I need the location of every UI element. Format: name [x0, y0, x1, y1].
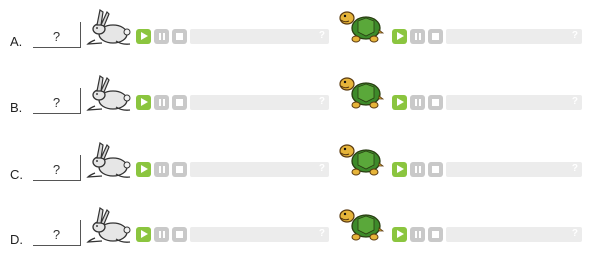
stop-button[interactable] [428, 28, 443, 44]
audio-player-turtle: ? [392, 161, 582, 177]
answer-input[interactable]: ? [33, 220, 81, 246]
audio-progress-track[interactable]: ? [446, 28, 582, 44]
audio-progress-track[interactable]: ? [446, 94, 582, 110]
question-row-b: B. ? ? ? [0, 74, 592, 134]
question-row-c: C. ? ? ? [0, 141, 592, 201]
option-letter: A. [10, 34, 23, 49]
pause-icon [158, 98, 161, 106]
play-icon [397, 230, 404, 238]
audio-progress-track[interactable]: ? [190, 226, 329, 242]
pause-button[interactable] [154, 28, 169, 44]
stop-icon [432, 165, 439, 173]
audio-progress-track[interactable]: ? [190, 28, 329, 44]
option-letter: B. [10, 100, 23, 115]
stop-icon [176, 165, 183, 173]
play-button[interactable] [392, 161, 407, 177]
turtle-icon [338, 139, 384, 177]
play-button[interactable] [392, 226, 407, 242]
stop-button[interactable] [428, 94, 443, 110]
play-icon [141, 165, 148, 173]
pause-button[interactable] [154, 94, 169, 110]
audio-player-rabbit: ? [136, 161, 329, 177]
help-icon: ? [571, 227, 578, 239]
help-icon: ? [318, 227, 325, 239]
pause-button[interactable] [410, 94, 425, 110]
turtle-icon [338, 204, 384, 242]
play-button[interactable] [136, 28, 151, 44]
audio-progress-track[interactable]: ? [446, 161, 582, 177]
answer-input[interactable]: ? [33, 88, 81, 114]
pause-icon [414, 165, 417, 173]
play-button[interactable] [392, 94, 407, 110]
answer-input[interactable]: ? [33, 155, 81, 181]
audio-player-rabbit: ? [136, 226, 329, 242]
audio-progress-track[interactable]: ? [446, 226, 582, 242]
pause-button[interactable] [154, 161, 169, 177]
pause-icon [414, 32, 417, 40]
play-icon [141, 32, 148, 40]
pause-icon [414, 230, 417, 238]
stop-icon [432, 98, 439, 106]
stop-button[interactable] [172, 28, 187, 44]
turtle-icon [338, 6, 384, 44]
pause-icon [158, 165, 161, 173]
play-button[interactable] [136, 226, 151, 242]
question-row-a: A. ? ? ? [0, 8, 592, 68]
help-icon: ? [318, 29, 325, 41]
rabbit-icon [86, 141, 132, 179]
rabbit-icon [86, 8, 132, 46]
help-icon: ? [571, 29, 578, 41]
play-button[interactable] [136, 94, 151, 110]
pause-button[interactable] [410, 28, 425, 44]
audio-player-rabbit: ? [136, 28, 329, 44]
play-icon [141, 230, 148, 238]
help-icon: ? [318, 162, 325, 174]
question-row-d: D. ? ? ? [0, 206, 592, 257]
pause-button[interactable] [410, 161, 425, 177]
stop-icon [432, 230, 439, 238]
help-icon: ? [571, 95, 578, 107]
option-letter: C. [10, 167, 23, 182]
stop-icon [176, 98, 183, 106]
pause-button[interactable] [154, 226, 169, 242]
audio-progress-track[interactable]: ? [190, 161, 329, 177]
pause-icon [158, 230, 161, 238]
stop-icon [432, 32, 439, 40]
audio-player-turtle: ? [392, 28, 582, 44]
stop-icon [176, 230, 183, 238]
play-icon [141, 98, 148, 106]
answer-input[interactable]: ? [33, 22, 81, 48]
stop-button[interactable] [428, 226, 443, 242]
pause-icon [158, 32, 161, 40]
audio-progress-track[interactable]: ? [190, 94, 329, 110]
stop-icon [176, 32, 183, 40]
audio-player-rabbit: ? [136, 94, 329, 110]
stop-button[interactable] [172, 161, 187, 177]
play-button[interactable] [392, 28, 407, 44]
play-icon [397, 165, 404, 173]
pause-button[interactable] [410, 226, 425, 242]
audio-player-turtle: ? [392, 94, 582, 110]
play-icon [397, 32, 404, 40]
rabbit-icon [86, 74, 132, 112]
audio-player-turtle: ? [392, 226, 582, 242]
play-button[interactable] [136, 161, 151, 177]
turtle-icon [338, 72, 384, 110]
pause-icon [414, 98, 417, 106]
rabbit-icon [86, 206, 132, 244]
help-icon: ? [318, 95, 325, 107]
option-letter: D. [10, 232, 23, 247]
stop-button[interactable] [172, 226, 187, 242]
play-icon [397, 98, 404, 106]
stop-button[interactable] [172, 94, 187, 110]
stop-button[interactable] [428, 161, 443, 177]
help-icon: ? [571, 162, 578, 174]
